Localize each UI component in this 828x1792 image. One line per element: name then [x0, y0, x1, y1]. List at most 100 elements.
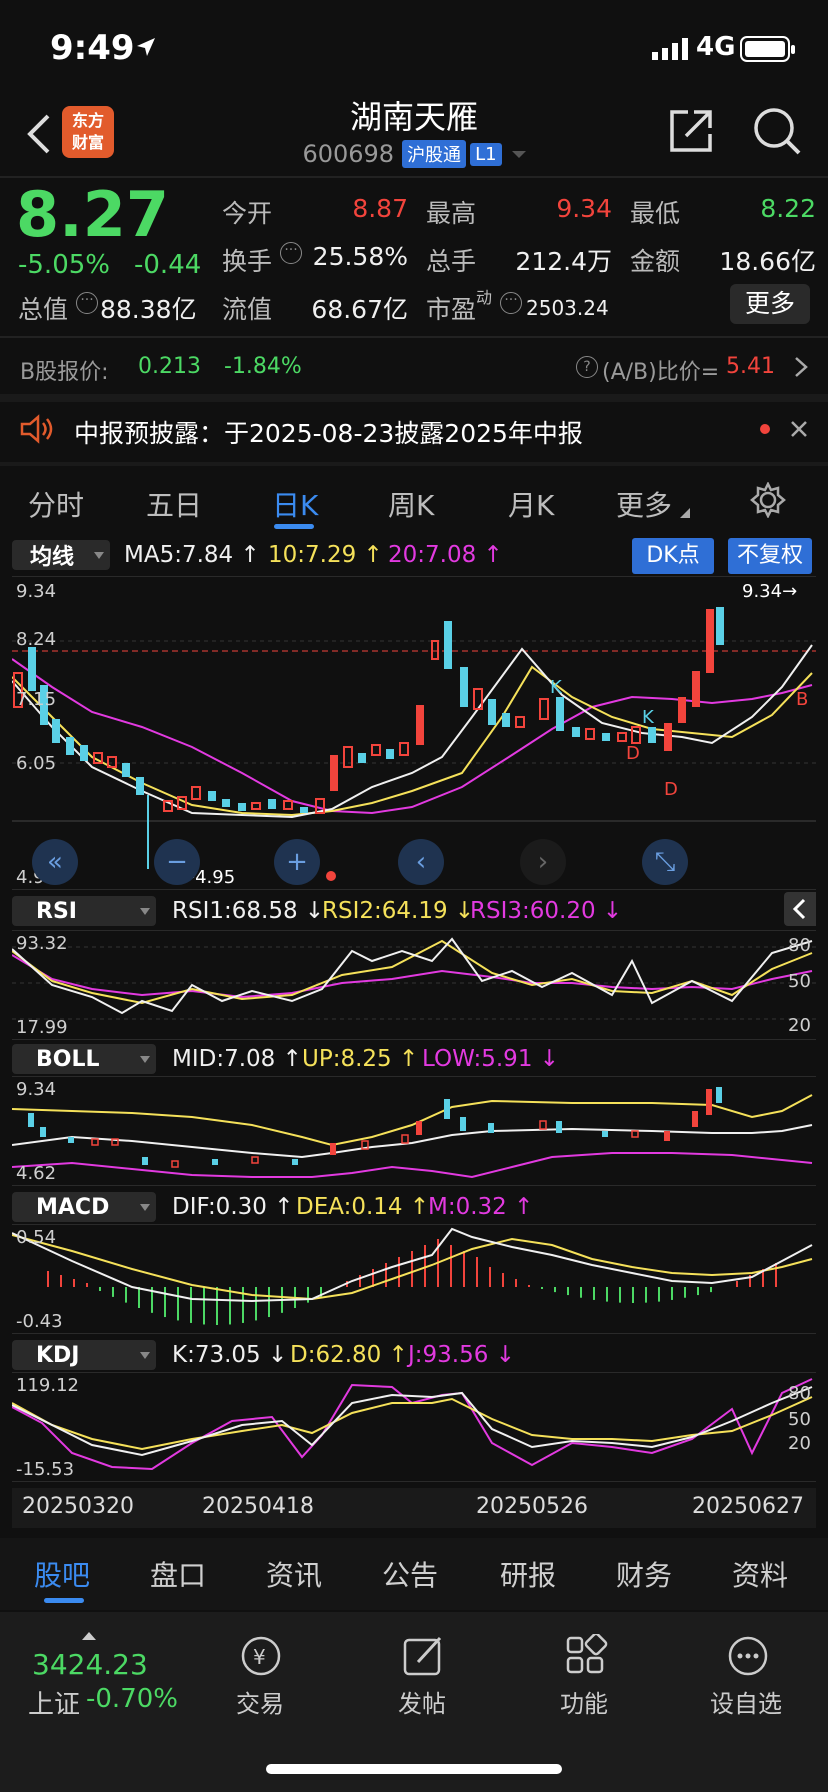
no-adjust-button[interactable]: 不复权 [728, 538, 812, 574]
close-icon[interactable] [790, 420, 808, 438]
nav-add-watchlist[interactable]: 设自选 [710, 1684, 782, 1719]
info-icon[interactable]: ··· [500, 292, 522, 314]
post-icon[interactable] [402, 1634, 446, 1678]
index-value[interactable]: 3424.23 [32, 1648, 148, 1681]
search-icon[interactable] [752, 106, 802, 156]
mktcap-value: 88.38亿 [100, 295, 197, 324]
open-label: 今开 [222, 199, 273, 228]
tab-intraday[interactable]: 分时 [28, 484, 84, 524]
tab-weekly-k[interactable]: 周K [388, 484, 434, 524]
rsi1-value: RSI1:68.58 ↓ [172, 898, 325, 924]
battery-icon [740, 36, 795, 62]
functions-icon[interactable] [564, 1634, 608, 1678]
hk-connect-badge: 沪股通 [402, 140, 467, 168]
pe-superscript: 动 [476, 288, 493, 307]
share-icon[interactable] [668, 108, 714, 154]
rsi-chart[interactable]: 93.32 17.99 80 50 20 [11, 930, 816, 1040]
tab-research[interactable]: 研报 [500, 1554, 556, 1594]
location-icon [137, 38, 155, 56]
scroll-left-button[interactable]: ‹ [398, 839, 444, 885]
kdj-chart[interactable]: 119.12 -15.53 80 50 20 [11, 1372, 816, 1482]
kdj-axis-max: 119.12 [16, 1375, 79, 1396]
zoom-out-button[interactable]: − [154, 839, 200, 885]
boll-selector-label: BOLL [36, 1046, 100, 1072]
tab-finance[interactable]: 财务 [616, 1554, 672, 1594]
change-amount: -0.44 [134, 250, 202, 280]
macd-dif-value: DIF:0.30 ↑ [172, 1194, 294, 1220]
macd-selector[interactable]: MACD [12, 1192, 156, 1222]
svg-text:D: D [626, 743, 640, 764]
rsi-level-80: 80 [788, 935, 811, 956]
tab-order-book[interactable]: 盘口 [150, 1554, 206, 1594]
max-price-marker: 9.34→ [742, 581, 798, 602]
settings-gear-icon[interactable] [750, 482, 786, 518]
info-icon[interactable]: ··· [280, 242, 302, 264]
rsi-level-20: 20 [788, 1015, 811, 1036]
rsi-svg [11, 937, 816, 1020]
help-icon[interactable]: ? [576, 356, 598, 378]
date-label: 20250526 [476, 1494, 588, 1519]
rsi-level-50: 50 [788, 971, 811, 992]
boll-mid-value: MID:7.08 ↑ [172, 1046, 302, 1072]
more-circle-icon[interactable] [726, 1634, 770, 1678]
zoom-in-button[interactable]: + [274, 839, 320, 885]
nav-post[interactable]: 发帖 [398, 1684, 446, 1719]
tab-news[interactable]: 资讯 [266, 1554, 322, 1594]
trade-icon[interactable]: ¥ [238, 1634, 284, 1678]
ab-ratio-value: 5.41 [726, 354, 775, 379]
rsi2-value: RSI2:64.19 ↓ [322, 898, 475, 924]
tab-more[interactable]: 更多 [616, 484, 672, 524]
tab-monthly-k[interactable]: 月K [508, 484, 554, 524]
pe-value: 2503.24 [526, 296, 609, 320]
dk-point-button[interactable]: DK点 [632, 538, 714, 574]
nav-functions[interactable]: 功能 [560, 1684, 608, 1719]
kdj-d-value: D:62.80 ↑ [290, 1342, 408, 1368]
change-percent: -5.05% [18, 250, 110, 280]
boll-axis-max: 9.34 [16, 1079, 57, 1100]
more-button[interactable]: 更多 [730, 284, 810, 324]
tab-profile[interactable]: 资料 [732, 1554, 788, 1594]
volume-value: 212.4万 [515, 247, 612, 276]
float-value: 68.67亿 [311, 295, 408, 324]
svg-text:B: B [796, 689, 808, 710]
macd-axis-max: 0.54 [16, 1227, 57, 1248]
boll-chart[interactable]: 9.34 4.62 [11, 1076, 816, 1186]
kdj-selector[interactable]: KDJ [12, 1340, 156, 1370]
pe-label: 市盈 [426, 295, 477, 324]
tab-guba[interactable]: 股吧 [34, 1554, 90, 1594]
boll-selector[interactable]: BOLL [12, 1044, 156, 1074]
fullscreen-button[interactable]: ⤡ [642, 839, 688, 885]
candlestick-chart[interactable]: K K D D B 9.34 8.24 7.15 6.05 4.95 9.34→… [11, 576, 816, 890]
svg-text:¥: ¥ [253, 1645, 266, 1669]
boll-axis-min: 4.62 [16, 1163, 57, 1184]
kdj-axis-min: -15.53 [16, 1459, 75, 1480]
kdj-level-20: 20 [788, 1433, 811, 1454]
ma5-value: MA5:7.84 ↑ [124, 542, 260, 568]
amount-label: 金额 [630, 247, 681, 276]
tab-daily-k[interactable]: 日K [272, 484, 318, 524]
tab-five-day[interactable]: 五日 [146, 484, 202, 524]
notice-text[interactable]: 中报预披露：于2025-08-23披露2025年中报 [74, 414, 583, 450]
date-label: 20250418 [202, 1494, 314, 1519]
divider [0, 394, 828, 402]
rsi-selector[interactable]: RSI [12, 896, 156, 926]
macd-chart[interactable]: 0.54 -0.43 [11, 1224, 816, 1334]
kdj-svg [11, 1378, 813, 1471]
divider [0, 336, 828, 338]
kdj-level-50: 50 [788, 1409, 811, 1430]
collapse-panel-button[interactable] [784, 892, 816, 926]
ab-ratio-label: (A/B)比价= [602, 360, 720, 385]
chevron-down-icon [140, 1352, 150, 1359]
scroll-right-button[interactable]: › [520, 839, 566, 885]
volume-label: 总手 [426, 247, 477, 276]
tab-announcements[interactable]: 公告 [382, 1554, 438, 1594]
chevron-right-icon[interactable] [794, 356, 808, 378]
info-icon[interactable]: ··· [76, 292, 98, 314]
nav-trade[interactable]: 交易 [236, 1684, 284, 1719]
scroll-left-fast-button[interactable]: « [32, 839, 78, 885]
macd-axis-min: -0.43 [16, 1311, 63, 1332]
rsi3-value: RSI3:60.20 ↓ [470, 898, 623, 924]
rsi-selector-label: RSI [36, 898, 77, 924]
chevron-down-icon [511, 151, 526, 158]
date-axis: 20250320 20250418 20250526 20250627 [12, 1488, 816, 1528]
